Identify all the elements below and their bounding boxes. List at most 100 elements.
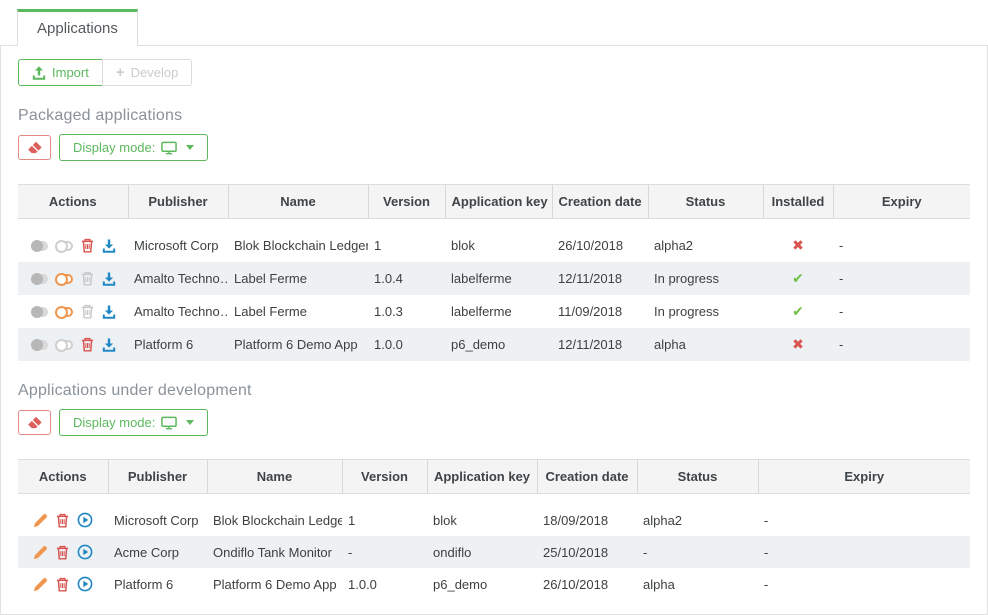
toggle-off-solid-icon[interactable] (31, 274, 48, 284)
monitor-icon (161, 141, 177, 155)
toggle-off-solid-icon[interactable] (31, 241, 48, 251)
develop-button: + Develop (102, 59, 192, 86)
table-row: Platform 6 Platform 6 Demo App 1.0.0 p6_… (18, 568, 970, 600)
download-icon[interactable] (102, 239, 116, 253)
column-header-actions: Actions (18, 460, 108, 494)
packaged-controls: Display mode: (18, 134, 970, 161)
column-header-name: Name (207, 460, 342, 494)
delete-icon (81, 304, 94, 319)
creation-date-cell: 12/11/2018 (552, 328, 648, 361)
display-mode-label: Display mode: (73, 140, 155, 155)
download-icon[interactable] (102, 305, 116, 319)
column-header-creation-date: Creation date (552, 185, 648, 219)
creation-date-cell: 18/09/2018 (537, 494, 637, 537)
tab-applications[interactable]: Applications (17, 9, 138, 46)
toggle-on-outline-icon[interactable] (56, 307, 73, 317)
development-applications-table: Actions Publisher Name Version Applicati… (18, 459, 970, 600)
status-cell: In progress (648, 295, 763, 328)
publisher-cell: Amalto Techno… (128, 295, 228, 328)
creation-date-cell: 26/10/2018 (552, 219, 648, 263)
expiry-cell: - (758, 494, 970, 537)
delete-icon[interactable] (56, 577, 69, 592)
publisher-cell: Microsoft Corp (108, 494, 207, 537)
expiry-cell: - (833, 328, 970, 361)
name-cell: Label Ferme (228, 262, 368, 295)
column-header-version: Version (368, 185, 445, 219)
tab-label: Applications (37, 20, 118, 37)
status-cell: - (637, 536, 758, 568)
installed-icon (792, 303, 804, 319)
column-header-status: Status (648, 185, 763, 219)
name-cell: Label Ferme (228, 295, 368, 328)
toggle-on-outline-icon[interactable] (56, 274, 73, 284)
status-cell: alpha (637, 568, 758, 600)
play-icon[interactable] (77, 512, 93, 528)
chevron-down-icon (186, 420, 194, 425)
name-cell: Blok Blockchain Ledger (207, 494, 342, 537)
table-header-row: Actions Publisher Name Version Applicati… (18, 460, 970, 494)
delete-icon[interactable] (81, 238, 94, 253)
column-header-creation-date: Creation date (537, 460, 637, 494)
publisher-cell: Platform 6 (108, 568, 207, 600)
table-header-row: Actions Publisher Name Version Applicati… (18, 185, 970, 219)
actions-cell (24, 337, 122, 352)
status-cell: In progress (648, 262, 763, 295)
expiry-cell: - (833, 219, 970, 263)
version-cell: 1.0.4 (368, 262, 445, 295)
edit-pencil-icon[interactable] (33, 577, 48, 592)
delete-icon[interactable] (56, 513, 69, 528)
toggle-off-solid-icon[interactable] (31, 307, 48, 317)
section-heading-packaged: Packaged applications (18, 107, 970, 125)
actions-cell (24, 271, 122, 286)
column-header-publisher: Publisher (128, 185, 228, 219)
version-cell: 1.0.0 (368, 328, 445, 361)
column-header-name: Name (228, 185, 368, 219)
expiry-cell: - (758, 536, 970, 568)
expiry-cell: - (758, 568, 970, 600)
edit-pencil-icon[interactable] (33, 545, 48, 560)
status-cell: alpha2 (637, 494, 758, 537)
monitor-icon (161, 416, 177, 430)
name-cell: Ondiflo Tank Monitor (207, 536, 342, 568)
display-mode-button[interactable]: Display mode: (59, 409, 208, 436)
table-row: Platform 6 Platform 6 Demo App 1.0.0 p6_… (18, 328, 970, 361)
toggle-off-solid-icon[interactable] (31, 340, 48, 350)
develop-label: Develop (131, 65, 179, 80)
version-cell: - (342, 536, 427, 568)
name-cell: Blok Blockchain Ledger (228, 219, 368, 263)
tab-bar: Applications (0, 0, 988, 45)
import-label: Import (52, 65, 89, 80)
column-header-expiry: Expiry (833, 185, 970, 219)
section-heading-development: Applications under development (18, 382, 970, 400)
creation-date-cell: 25/10/2018 (537, 536, 637, 568)
not-installed-icon (792, 336, 804, 352)
download-icon[interactable] (102, 338, 116, 352)
expiry-cell: - (833, 262, 970, 295)
toolbar: Import + Develop (18, 59, 192, 86)
expiry-cell: - (833, 295, 970, 328)
development-controls: Display mode: (18, 409, 970, 436)
display-mode-button[interactable]: Display mode: (59, 134, 208, 161)
eraser-button[interactable] (18, 410, 51, 435)
actions-cell (24, 304, 122, 319)
column-header-application-key: Application key (445, 185, 552, 219)
publisher-cell: Platform 6 (128, 328, 228, 361)
delete-icon[interactable] (56, 545, 69, 560)
edit-pencil-icon[interactable] (33, 513, 48, 528)
status-cell: alpha (648, 328, 763, 361)
creation-date-cell: 26/10/2018 (537, 568, 637, 600)
eraser-button[interactable] (18, 135, 51, 160)
creation-date-cell: 11/09/2018 (552, 295, 648, 328)
play-icon[interactable] (77, 544, 93, 560)
toggle-off-outline-icon[interactable] (56, 241, 73, 251)
creation-date-cell: 12/11/2018 (552, 262, 648, 295)
import-button[interactable]: Import (18, 59, 103, 86)
column-header-actions: Actions (18, 185, 128, 219)
download-icon[interactable] (102, 272, 116, 286)
application-key-cell: ondiflo (427, 536, 537, 568)
column-header-application-key: Application key (427, 460, 537, 494)
application-key-cell: labelferme (445, 262, 552, 295)
toggle-off-outline-icon[interactable] (56, 340, 73, 350)
delete-icon[interactable] (81, 337, 94, 352)
application-key-cell: blok (445, 219, 552, 263)
